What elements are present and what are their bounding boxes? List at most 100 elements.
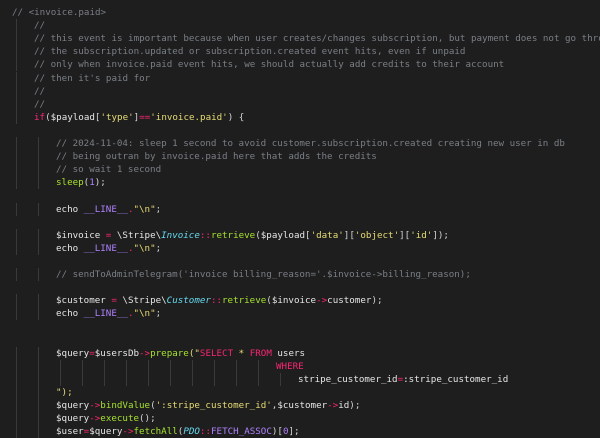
code-token: WHERE: [276, 360, 304, 372]
code-token: )[: [271, 426, 283, 438]
code-token: $customer: [56, 295, 106, 307]
indent-guide: [16, 19, 17, 33]
indent-guide: [148, 359, 149, 373]
indent-guide: [258, 372, 259, 386]
indent-guide: [16, 176, 17, 190]
code-token: ':stripe_customer_id': [155, 400, 272, 411]
indent-guide: [16, 399, 17, 413]
code-token: ) {: [227, 111, 245, 123]
indent-guide: [38, 425, 39, 438]
code-line[interactable]: // being outran by invoice.paid here tha…: [56, 150, 377, 163]
code-line[interactable]: $query->bindValue(':stripe_customer_id',…: [56, 399, 360, 412]
indent-guide: [16, 137, 17, 151]
code-token: Invoice: [161, 229, 200, 241]
code-line[interactable]: // <invoice.paid>: [12, 6, 106, 19]
code-line[interactable]: // the subscription.updated or subscript…: [34, 45, 465, 58]
code-token: __LINE__: [83, 308, 128, 320]
code-line[interactable]: // this event is important because when …: [34, 32, 600, 45]
code-token: :stripe_customer_id: [403, 373, 509, 385]
indent-guide: [170, 359, 171, 373]
code-token: // sendToAdminTelegram('invoice billing_…: [56, 269, 471, 280]
code-line[interactable]: echo __LINE__."\n";: [56, 203, 161, 216]
code-line[interactable]: sleep(1);: [56, 176, 106, 189]
indent-guide: [16, 412, 17, 426]
code-line[interactable]: $query->execute();: [56, 412, 156, 425]
code-token: ][: [343, 229, 355, 241]
code-line[interactable]: $query=$usersDb->prepare("SELECT * FROM …: [56, 347, 305, 360]
indent-guide: [170, 372, 171, 386]
code-token: "\n": [133, 242, 156, 254]
indent-guide: [16, 32, 17, 46]
code-token: // so wait 1 second: [56, 164, 162, 176]
code-token: $query: [56, 413, 90, 425]
indent-guide: [16, 45, 17, 59]
code-line[interactable]: //: [34, 19, 45, 32]
code-token: $invoice: [271, 295, 317, 307]
indent-guide: [148, 372, 149, 386]
code-token: ->: [139, 347, 151, 359]
code-line[interactable]: echo __LINE__."\n";: [56, 242, 161, 255]
code-token: ];: [288, 426, 300, 438]
indent-guide: [16, 241, 17, 255]
code-line[interactable]: //: [34, 85, 45, 98]
indent-guide: [16, 294, 17, 308]
code-token: =: [105, 295, 123, 307]
code-token: retrieve: [210, 229, 256, 241]
code-token: );: [371, 295, 383, 307]
code-line[interactable]: // then it's paid for: [34, 72, 150, 85]
code-editor[interactable]: // <invoice.paid>//// this event is impo…: [0, 0, 600, 438]
indent-guide: [60, 359, 61, 373]
code-token: ;: [155, 242, 162, 254]
code-line[interactable]: // only when invoice.paid event hits, we…: [34, 58, 504, 71]
indent-guide: [38, 346, 39, 360]
indent-guide: [214, 372, 215, 386]
code-token: echo: [56, 242, 84, 254]
code-line[interactable]: $customer = \Stripe\Customer::retrieve($…: [56, 294, 383, 307]
code-line[interactable]: $invoice = \Stripe\Invoice::retrieve($pa…: [56, 229, 449, 242]
code-token: execute: [100, 413, 140, 425]
code-token: //: [34, 20, 46, 32]
code-token: (": [188, 347, 200, 359]
code-token: ();: [139, 413, 156, 425]
code-line[interactable]: // 2024-11-04: sleep 1 second to avoid c…: [56, 137, 565, 150]
code-token: ->: [316, 295, 328, 307]
indent-guide: [38, 176, 39, 190]
code-token: ->: [89, 400, 101, 411]
code-token: // the subscription.updated or subscript…: [34, 46, 466, 58]
code-token: "\n": [133, 308, 156, 320]
code-token: fetchAll: [133, 426, 178, 438]
code-token: $user: [56, 426, 84, 438]
code-line[interactable]: if($payload['type']=='invoice.paid') {: [34, 111, 244, 124]
code-token: \Stripe\: [116, 229, 162, 241]
code-line[interactable]: $user=$query->fetchAll(PDO::FETCH_ASSOC)…: [56, 425, 300, 438]
code-token: *: [233, 347, 250, 359]
code-token: prepare: [150, 347, 189, 359]
code-line[interactable]: // so wait 1 second: [56, 163, 161, 176]
code-line[interactable]: ");: [56, 386, 73, 399]
code-token: 'object': [354, 229, 400, 241]
indent-guide: [236, 359, 237, 373]
code-token: id: [338, 400, 350, 411]
code-token: ;: [155, 308, 162, 320]
code-line[interactable]: //: [34, 98, 45, 111]
code-line[interactable]: echo __LINE__."\n";: [56, 307, 161, 320]
indent-guide: [236, 372, 237, 386]
code-token: 'type': [100, 111, 134, 123]
code-line[interactable]: stripe_customer_id=:stripe_customer_id: [298, 373, 508, 386]
indent-guide: [16, 307, 17, 321]
indent-guide: [38, 241, 39, 255]
indent-guide: [16, 71, 17, 85]
indent-guide: [16, 346, 17, 360]
code-line[interactable]: // sendToAdminTelegram('invoice billing_…: [56, 268, 471, 281]
indent-guide: [38, 385, 39, 399]
code-token: $payload: [260, 229, 306, 241]
code-line[interactable]: WHERE: [276, 360, 304, 373]
indent-guide: [104, 359, 105, 373]
indent-guide: [192, 359, 193, 373]
indent-guide: [126, 359, 127, 373]
code-token: ]);: [432, 229, 449, 241]
indent-guide: [16, 228, 17, 242]
code-token: $invoice: [56, 229, 101, 241]
indent-guide: [38, 412, 39, 426]
code-token: 'id': [410, 229, 433, 241]
